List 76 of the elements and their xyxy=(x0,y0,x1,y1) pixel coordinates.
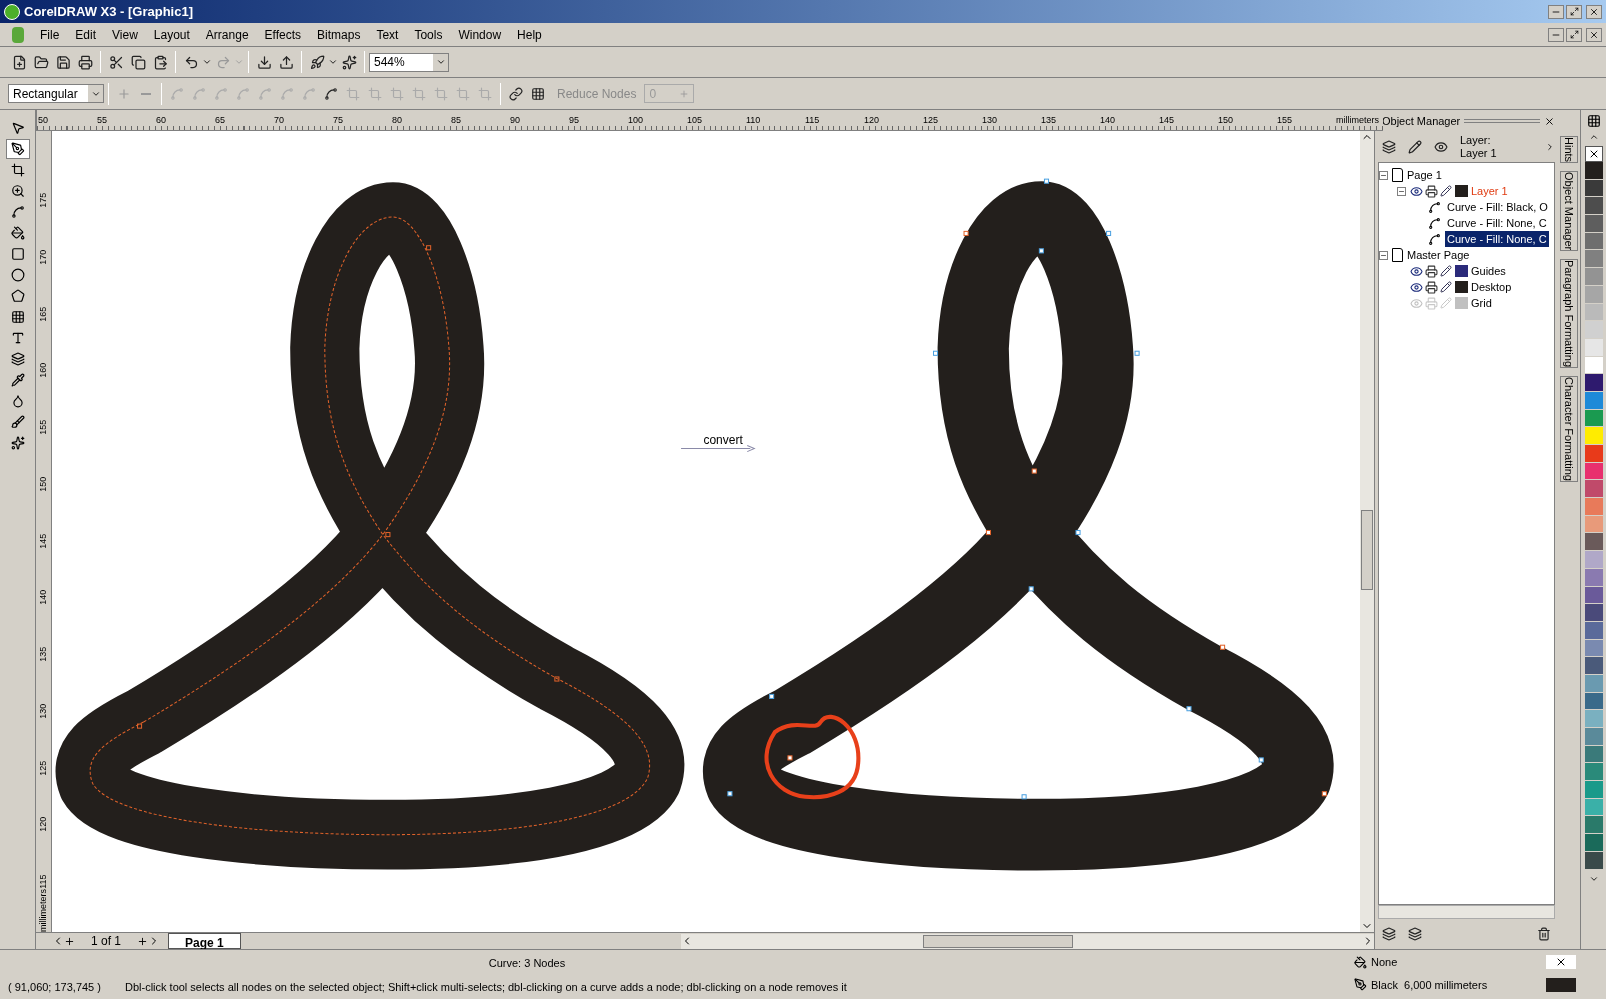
ruler-label: 175 xyxy=(39,191,48,208)
outline-status: Black 6,000 millimeters xyxy=(1371,977,1489,993)
layer-item[interactable]: Grid xyxy=(1471,294,1492,312)
docker-tab[interactable]: Character Formatting xyxy=(1560,376,1578,483)
menu-item[interactable]: Edit xyxy=(67,25,105,44)
layer-item[interactable]: Layer 1 xyxy=(1471,182,1508,200)
menu-item[interactable]: Bitmaps xyxy=(309,25,369,44)
ruler-label: 135 xyxy=(1041,116,1058,127)
ruler-label: 75 xyxy=(333,116,344,127)
selection-mode-dropdown[interactable]: Rectangular xyxy=(8,84,104,103)
object-item[interactable]: Curve - Fill: None, C xyxy=(1445,214,1549,232)
panel-title: Object Manager xyxy=(1381,113,1461,129)
status-hint: Dbl-click tool selects all nodes on the selected object; Shift+click multi-selects; dbl-clicking on a curve adds a node; dbl-clicking on a node removes it xyxy=(124,979,847,995)
ruler-label: 80 xyxy=(392,116,403,127)
ruler-label: 95 xyxy=(569,116,580,127)
ruler-label: 155 xyxy=(39,418,48,435)
menu-item[interactable]: Effects xyxy=(256,25,310,44)
ruler-label: 115 xyxy=(805,116,821,127)
menu-item[interactable]: Help xyxy=(509,25,550,44)
ruler-label: 150 xyxy=(39,475,48,492)
object-item[interactable]: Curve - Fill: None, C xyxy=(1445,230,1549,248)
annotation-label: convert xyxy=(703,431,743,449)
ruler-label: 150 xyxy=(1218,116,1235,127)
ruler-unit-label: millimeters xyxy=(1336,116,1380,127)
current-layer-name: Layer 1 xyxy=(1460,147,1497,160)
page-counter: 1 of 1 xyxy=(91,933,122,950)
ruler-label: 170 xyxy=(39,248,48,265)
ruler-label: 165 xyxy=(39,305,48,322)
ruler-label: 155 xyxy=(1277,116,1294,127)
page-item[interactable]: Page 1 xyxy=(1407,166,1442,184)
ruler-label: 90 xyxy=(510,116,521,127)
ruler-label: 140 xyxy=(1100,116,1117,127)
ruler-label: 130 xyxy=(39,702,48,719)
docker-tab[interactable]: Paragraph Formatting xyxy=(1560,259,1578,369)
menu-item[interactable]: Tools xyxy=(406,25,451,44)
docker-tab[interactable]: Object Manager xyxy=(1560,171,1578,252)
menu-item[interactable]: View xyxy=(104,25,146,44)
docker-tab[interactable]: Hints xyxy=(1560,136,1578,164)
ruler-label: 120 xyxy=(39,816,48,833)
ruler-label: 130 xyxy=(982,116,999,127)
ruler-label: 50 xyxy=(38,116,49,127)
layer-caption: Layer: xyxy=(1460,134,1492,147)
menu-item[interactable]: File xyxy=(32,25,68,44)
ruler-label: 105 xyxy=(687,116,704,127)
object-item[interactable]: Curve - Fill: Black, O xyxy=(1445,198,1550,216)
menu-item[interactable]: Layout xyxy=(145,25,198,44)
ruler-label: 140 xyxy=(39,589,48,606)
layer-item[interactable]: Guides xyxy=(1471,262,1506,280)
ruler-label: 145 xyxy=(1159,116,1176,127)
ruler-label: 160 xyxy=(39,362,48,379)
object-info: Curve: 3 Nodes xyxy=(488,956,566,971)
menu-item[interactable]: Arrange xyxy=(197,25,257,44)
menu-item[interactable]: Window xyxy=(450,25,510,44)
ruler-label: 55 xyxy=(97,116,108,127)
ruler-label: 100 xyxy=(628,116,645,127)
ruler-label: 145 xyxy=(39,532,48,549)
layer-item[interactable]: Desktop xyxy=(1471,278,1512,296)
menu-item[interactable]: Text xyxy=(368,25,407,44)
zoom-dropdown[interactable]: 544% xyxy=(369,52,449,72)
ruler-unit-label: millimeters xyxy=(39,889,48,932)
window-title: CorelDRAW X3 - [Graphic1] xyxy=(24,2,195,21)
ruler-label: 60 xyxy=(156,116,167,127)
cursor-coordinates: ( 91,060; 173,745 ) xyxy=(8,979,101,995)
ruler-label: 85 xyxy=(451,116,462,127)
page-item[interactable]: Master Page xyxy=(1407,246,1470,264)
fill-status: None xyxy=(1371,955,1399,970)
ruler-label: 115 xyxy=(39,873,48,889)
ruler-label: 125 xyxy=(923,116,940,127)
ruler-label: 110 xyxy=(746,116,762,127)
ruler-label: 135 xyxy=(39,645,48,662)
ruler-label: 70 xyxy=(274,116,285,127)
page-tab[interactable]: Page 1 xyxy=(168,933,241,949)
reduce-nodes-label: Reduce Nodes xyxy=(557,85,637,103)
ruler-label: 65 xyxy=(215,116,226,127)
ruler-label: 120 xyxy=(864,116,881,127)
ruler-label: 125 xyxy=(39,759,48,776)
